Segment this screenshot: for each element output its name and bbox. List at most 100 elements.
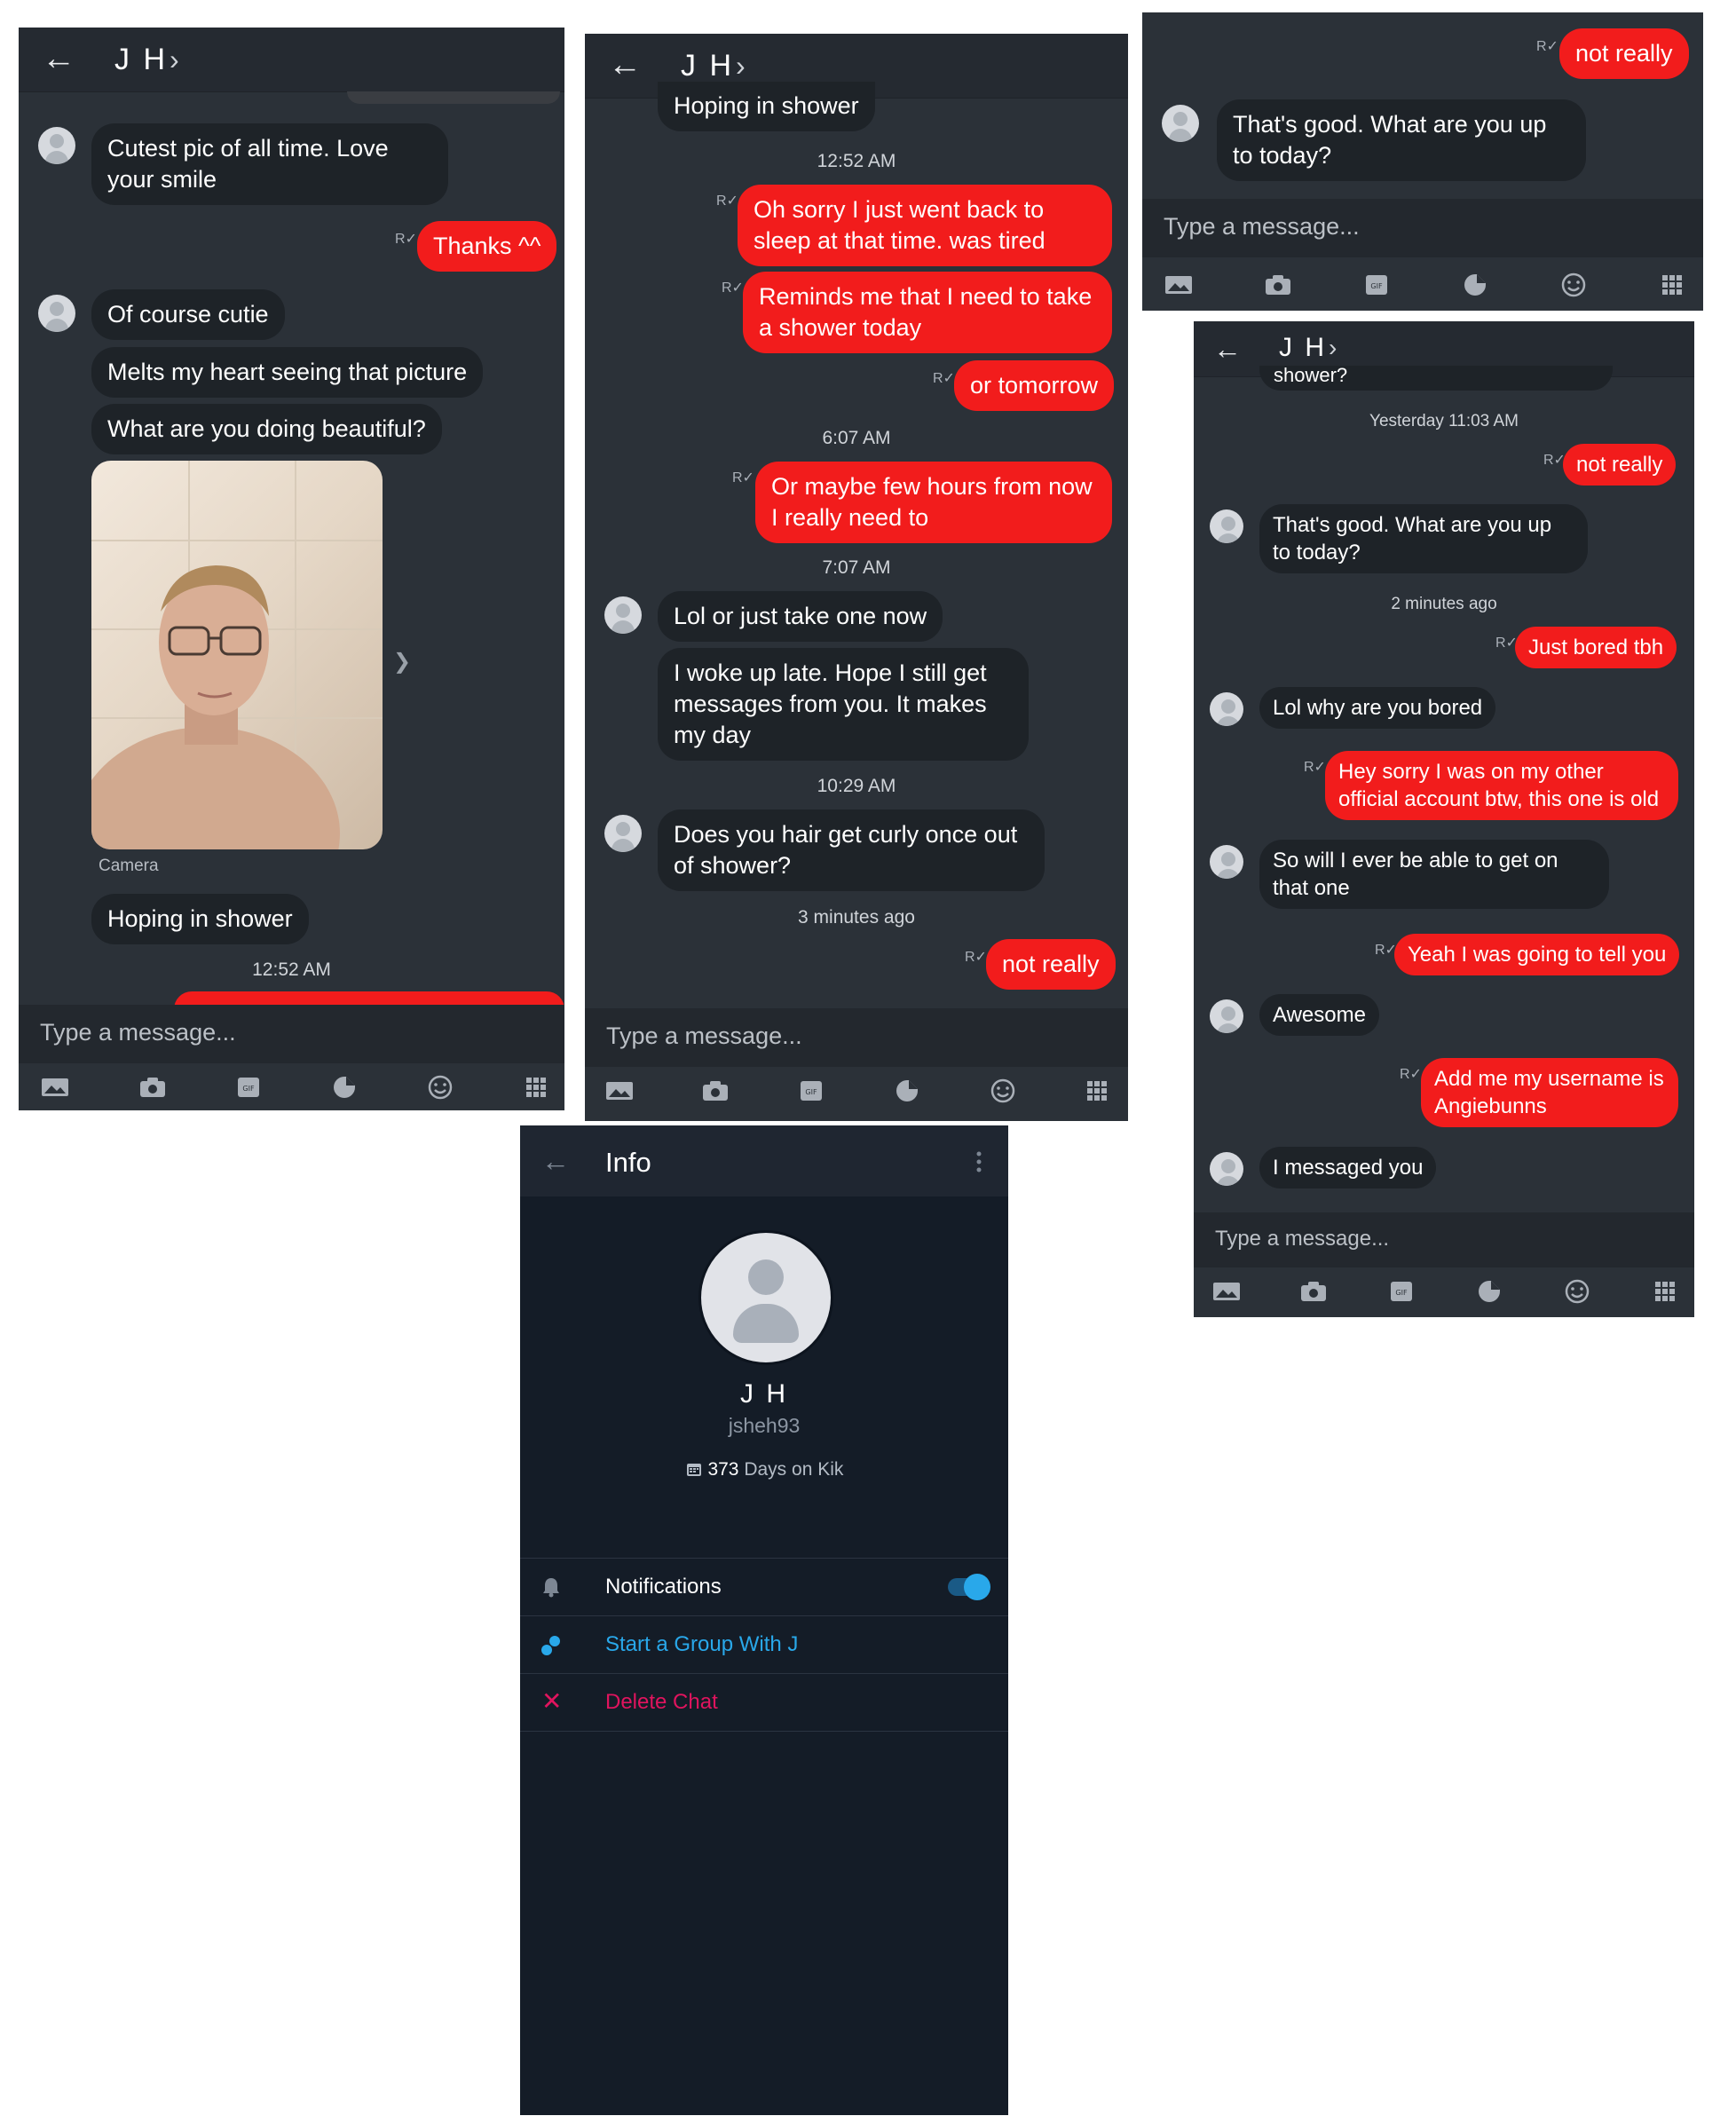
contact-avatar[interactable] — [1210, 509, 1243, 543]
contact-info-panel: ← Info J H jsheh93 373 Days on Kik Notif… — [520, 1125, 1008, 2115]
outgoing-message[interactable]: Oh sorry I just went back to sleep at th… — [738, 185, 1112, 266]
avatar-body — [733, 1304, 799, 1343]
gif-icon[interactable]: GIF — [233, 1074, 264, 1101]
read-receipt-icon: R✓ — [933, 371, 955, 386]
sticker-icon[interactable] — [892, 1078, 922, 1104]
notifications-row[interactable]: Notifications — [520, 1558, 1008, 1615]
contact-avatar[interactable] — [38, 295, 75, 332]
start-group-row[interactable]: Start a Group With J — [520, 1615, 1008, 1673]
contact-avatar[interactable] — [1210, 692, 1243, 726]
close-x-icon: ✕ — [541, 1687, 563, 1715]
outgoing-message[interactable]: Reminds me that I need to take a shower … — [743, 272, 1112, 353]
message-input-bar[interactable]: Type a message... — [1142, 199, 1703, 257]
incoming-message[interactable]: I messaged you — [1259, 1147, 1437, 1188]
back-arrow-icon[interactable]: ← — [541, 1145, 570, 1178]
back-arrow-icon[interactable]: ← — [42, 42, 75, 75]
camera-icon[interactable] — [700, 1078, 730, 1104]
contact-name-button[interactable]: J H› — [1279, 330, 1339, 366]
emoji-icon[interactable] — [1562, 1278, 1592, 1305]
emoji-icon[interactable] — [425, 1074, 455, 1101]
outgoing-message[interactable]: not really — [1559, 28, 1689, 79]
contact-avatar[interactable] — [604, 596, 642, 634]
chat-panel-3: R✓ not really That's good. What are you … — [1142, 12, 1703, 311]
avatar-head — [748, 1259, 784, 1295]
incoming-message[interactable]: That's good. What are you up to today? — [1259, 504, 1588, 573]
profile-avatar[interactable] — [698, 1230, 833, 1365]
incoming-message[interactable]: Of course cutie — [91, 289, 285, 340]
message-input-bar[interactable]: Type a message... — [1194, 1212, 1694, 1267]
gif-label: GIF — [1370, 282, 1383, 290]
contact-name: J H — [114, 43, 168, 76]
outgoing-message[interactable]: Or maybe few hours from now I really nee… — [755, 462, 1112, 543]
toggle-knob — [964, 1574, 990, 1600]
incoming-message[interactable]: shower? — [1259, 366, 1613, 391]
contact-avatar[interactable] — [1162, 105, 1199, 142]
sticker-icon[interactable] — [1474, 1278, 1504, 1305]
gif-label: GIF — [805, 1088, 817, 1096]
apps-grid-icon[interactable] — [1650, 1278, 1680, 1305]
outgoing-message[interactable]: or tomorrow — [954, 360, 1115, 411]
outgoing-message[interactable]: Thanks ^^ — [417, 221, 557, 272]
contact-avatar[interactable] — [604, 815, 642, 852]
message-input-bar[interactable]: Type a message... — [19, 1005, 564, 1063]
message-input[interactable]: Type a message... — [1164, 213, 1360, 241]
incoming-message[interactable]: That's good. What are you up to today? — [1217, 99, 1586, 181]
gallery-icon[interactable] — [1164, 272, 1194, 298]
contact-avatar[interactable] — [1210, 999, 1243, 1033]
incoming-message[interactable]: Melts my heart seeing that picture — [91, 347, 484, 398]
apps-grid-icon[interactable] — [1657, 272, 1687, 298]
message-input-bar[interactable]: Type a message... — [585, 1008, 1128, 1067]
delete-chat-label: Delete Chat — [605, 1690, 718, 1714]
gif-icon[interactable]: GIF — [1386, 1278, 1416, 1305]
more-options-icon[interactable] — [975, 1150, 983, 1173]
contact-avatar[interactable] — [1210, 1152, 1243, 1186]
outgoing-message[interactable]: Yeah I was going to tell you — [1394, 934, 1680, 975]
gif-icon[interactable]: GIF — [796, 1078, 826, 1104]
camera-icon[interactable] — [1263, 272, 1293, 298]
contact-avatar[interactable] — [1210, 845, 1243, 879]
incoming-message[interactable]: What are you doing beautiful? — [91, 404, 442, 454]
back-arrow-icon[interactable]: ← — [608, 48, 642, 82]
contact-name-button[interactable]: J H› — [114, 42, 182, 77]
incoming-message[interactable]: Hoping in shower — [658, 82, 875, 131]
contact-avatar[interactable] — [38, 127, 75, 164]
emoji-icon[interactable] — [1558, 272, 1589, 298]
back-arrow-icon[interactable]: ← — [1213, 332, 1242, 366]
camera-icon[interactable] — [1298, 1278, 1329, 1305]
outgoing-message[interactable]: not really — [1563, 444, 1677, 486]
notifications-toggle[interactable] — [948, 1574, 990, 1600]
apps-grid-icon[interactable] — [521, 1074, 551, 1101]
delete-chat-row[interactable]: ✕ Delete Chat — [520, 1673, 1008, 1732]
emoji-icon[interactable] — [988, 1078, 1018, 1104]
gif-icon[interactable]: GIF — [1361, 272, 1392, 298]
info-header: ← Info — [520, 1125, 1008, 1196]
apps-grid-icon[interactable] — [1082, 1078, 1112, 1104]
gallery-icon[interactable] — [40, 1074, 70, 1101]
incoming-message[interactable]: Cutest pic of all time. Love your smile — [91, 123, 448, 205]
incoming-message[interactable]: Lol or just take one now — [658, 591, 943, 642]
outgoing-message[interactable]: Hey sorry I was on my other official acc… — [1325, 751, 1678, 820]
gallery-icon[interactable] — [1211, 1278, 1242, 1305]
incoming-message[interactable]: So will I ever be able to get on that on… — [1259, 840, 1609, 909]
outgoing-message[interactable]: Add me my username is Angiebunns — [1421, 1058, 1678, 1127]
sticker-icon[interactable] — [329, 1074, 359, 1101]
message-input[interactable]: Type a message... — [40, 1019, 236, 1046]
gallery-icon[interactable] — [604, 1078, 635, 1104]
shared-photo[interactable] — [91, 461, 383, 849]
outgoing-message[interactable]: not really — [986, 939, 1116, 990]
share-icon[interactable]: ❯ — [393, 649, 411, 675]
incoming-message[interactable]: Hoping in shower — [91, 894, 309, 944]
outgoing-message[interactable]: Just bored tbh — [1515, 627, 1677, 668]
message-input[interactable]: Type a message... — [1215, 1227, 1389, 1251]
incoming-message[interactable]: Does you hair get curly once out of show… — [658, 809, 1045, 891]
clipped-photo[interactable] — [347, 91, 560, 104]
read-receipt-icon: R✓ — [965, 950, 987, 965]
incoming-message[interactable]: Awesome — [1259, 994, 1379, 1036]
incoming-message[interactable]: I woke up late. Hope I still get message… — [658, 648, 1029, 761]
contact-name-button[interactable]: J H› — [681, 48, 748, 83]
message-input[interactable]: Type a message... — [606, 1022, 802, 1050]
chat-panel-4: ← J H› shower? Yesterday 11:03 AM R✓ not… — [1194, 321, 1694, 1317]
incoming-message[interactable]: Lol why are you bored — [1259, 687, 1496, 729]
camera-icon[interactable] — [138, 1074, 168, 1101]
sticker-icon[interactable] — [1460, 272, 1490, 298]
